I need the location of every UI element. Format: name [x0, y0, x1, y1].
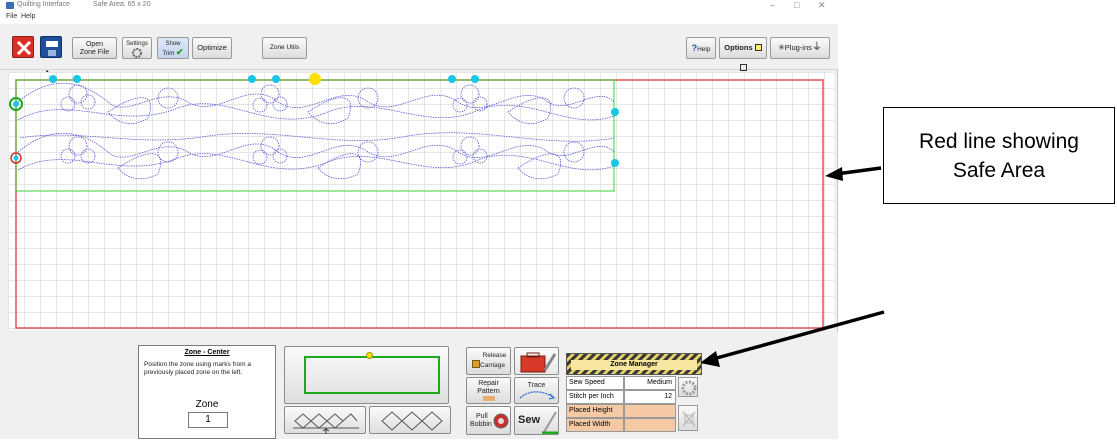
callout-line-2: Safe Area — [952, 159, 1046, 182]
callout-line-1: Red line showing — [919, 130, 1079, 153]
safe-area-callout: Red line showing Safe Area — [883, 107, 1115, 204]
annotation-arrows — [700, 166, 885, 367]
